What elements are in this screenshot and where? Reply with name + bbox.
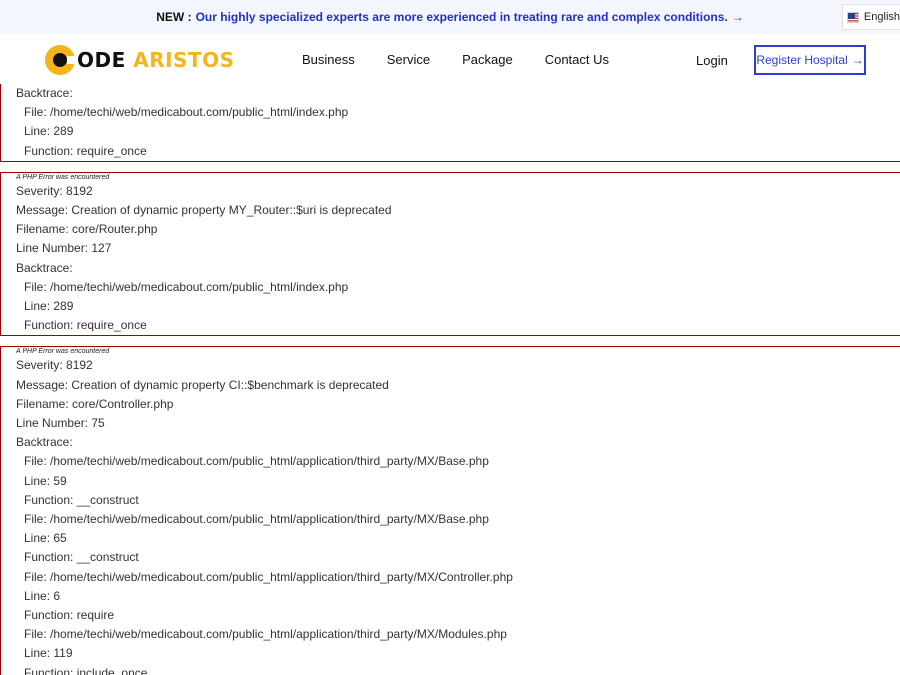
trace-file: File: /home/techi/web/medicabout.com/pub… bbox=[24, 279, 349, 294]
trace-line: Line: 65 bbox=[24, 531, 67, 546]
register-hospital-button[interactable]: Register Hospital → bbox=[754, 45, 866, 75]
nav-item-business[interactable]: Business bbox=[302, 52, 355, 67]
nav-item-service[interactable]: Service bbox=[387, 52, 430, 67]
error-filename: Filename: core/Controller.php bbox=[16, 396, 174, 411]
nav-item-package[interactable]: Package bbox=[462, 52, 513, 67]
announcement-badge: NEW : bbox=[156, 10, 192, 24]
trace-function: Function: require_once bbox=[24, 318, 147, 333]
nav-menu: Business Service Package Contact Us bbox=[302, 34, 641, 84]
trace-line: Line: 289 bbox=[24, 124, 74, 139]
trace-file: File: /home/techi/web/medicabout.com/pub… bbox=[24, 569, 513, 584]
arrow-right-icon: → bbox=[851, 53, 864, 67]
error-message: Message: Creation of dynamic property MY… bbox=[16, 203, 392, 218]
main-nav: ODE ARISTOS Business Service Package Con… bbox=[0, 34, 900, 84]
backtrace-label: Backtrace: bbox=[16, 435, 73, 450]
php-error-block: Backtrace: File: /home/techi/web/medicab… bbox=[0, 84, 900, 162]
logo-text-part2: ARISTOS bbox=[133, 48, 235, 72]
trace-function: Function: require_once bbox=[24, 143, 147, 158]
trace-file: File: /home/techi/web/medicabout.com/pub… bbox=[24, 627, 507, 642]
error-severity: Severity: 8192 bbox=[16, 358, 93, 373]
trace-line: Line: 119 bbox=[24, 646, 73, 661]
us-flag-icon bbox=[847, 11, 859, 23]
trace-file: File: /home/techi/web/medicabout.com/pub… bbox=[24, 454, 489, 469]
logo-text: ODE ARISTOS bbox=[77, 48, 235, 72]
logo-text-part1: ODE bbox=[77, 48, 126, 72]
error-filename: Filename: core/Router.php bbox=[16, 222, 158, 237]
trace-file: File: /home/techi/web/medicabout.com/pub… bbox=[24, 512, 489, 527]
language-label: English bbox=[863, 11, 900, 23]
arrow-right-icon[interactable]: → bbox=[732, 10, 744, 24]
php-error-output: Backtrace: File: /home/techi/web/medicab… bbox=[0, 84, 900, 675]
announcement-bar: NEW : Our highly specialized experts are… bbox=[0, 0, 900, 34]
trace-function: Function: __construct bbox=[24, 550, 139, 565]
backtrace-label: Backtrace: bbox=[16, 86, 73, 100]
nav-item-contact-us[interactable]: Contact Us bbox=[545, 52, 609, 67]
error-heading: A PHP Error was encountered bbox=[16, 173, 110, 181]
error-line-number: Line Number: 75 bbox=[16, 416, 105, 431]
site-logo[interactable]: ODE ARISTOS bbox=[45, 45, 235, 75]
trace-file: File: /home/techi/web/medicabout.com/pub… bbox=[24, 105, 349, 120]
trace-line: Line: 59 bbox=[24, 473, 67, 488]
language-selector[interactable]: English bbox=[842, 4, 900, 30]
logo-c-icon bbox=[45, 45, 77, 75]
php-error-block: A PHP Error was encountered Severity: 81… bbox=[0, 171, 900, 337]
login-link[interactable]: Login bbox=[696, 53, 728, 68]
trace-line: Line: 6 bbox=[24, 588, 61, 603]
trace-function: Function: include_once bbox=[24, 665, 148, 675]
error-heading: A PHP Error was encountered bbox=[16, 348, 110, 356]
register-label: Register Hospital bbox=[756, 53, 848, 67]
trace-function: Function: __construct bbox=[24, 492, 139, 507]
error-severity: Severity: 8192 bbox=[16, 183, 93, 198]
trace-function: Function: require bbox=[24, 608, 115, 623]
trace-line: Line: 289 bbox=[24, 299, 74, 314]
backtrace-label: Backtrace: bbox=[16, 260, 73, 275]
php-error-block: A PHP Error was encountered Severity: 81… bbox=[0, 346, 900, 675]
error-message: Message: Creation of dynamic property CI… bbox=[16, 377, 389, 392]
error-line-number: Line Number: 127 bbox=[16, 241, 112, 256]
announcement-link[interactable]: Our highly specialized experts are more … bbox=[196, 10, 728, 24]
